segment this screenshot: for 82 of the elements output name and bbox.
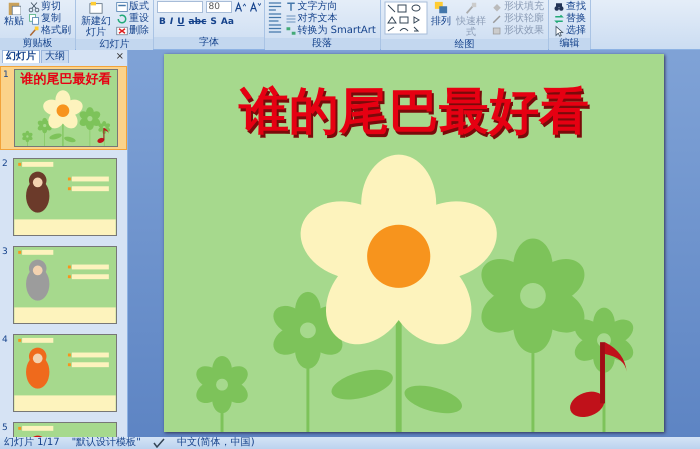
align-text-icon (284, 13, 296, 25)
slide-number: 1 (3, 69, 10, 82)
format-button[interactable]: abc (186, 16, 208, 28)
shapes-gallery-icon[interactable] (384, 1, 428, 35)
slide-counter: 幻灯片 1/17 (4, 437, 60, 449)
scissors-icon (28, 1, 40, 13)
slide-number: 3 (2, 246, 9, 259)
format-button[interactable]: Aa (218, 16, 236, 28)
ribbon-button[interactable]: 复制 (27, 13, 72, 25)
theme-name: "默认设计模板" (72, 437, 141, 449)
ribbon-button[interactable]: 查找 (552, 1, 587, 13)
slide-number: 2 (2, 158, 9, 171)
font-size-field[interactable]: 80 (206, 1, 232, 13)
ribbon-button[interactable]: 选择 (552, 25, 587, 37)
bullet-list-icon[interactable] (268, 1, 282, 12)
ribbon-button[interactable]: 转换为 SmartArt (284, 25, 377, 37)
close-button[interactable]: × (112, 51, 127, 63)
ribbon-button[interactable]: 排列 (430, 1, 452, 27)
animal-drawing (26, 260, 50, 301)
ribbon-button[interactable]: 文字方向 (284, 1, 377, 13)
ribbon-button[interactable]: 版式 (115, 1, 150, 13)
group-label: 剪贴板 (0, 38, 75, 50)
answer-line-drawing (68, 362, 109, 368)
answer-line-drawing (68, 186, 109, 192)
group-label: 绘图 (380, 39, 548, 51)
header-line-drawing (18, 162, 54, 167)
answer-line-drawing (68, 176, 109, 182)
format-button[interactable]: I (168, 16, 176, 28)
ribbon-button[interactable]: 对齐文本 (284, 13, 377, 25)
format-button[interactable]: S (208, 16, 219, 28)
text-direction-icon (284, 1, 296, 13)
thumbnail-title: 谁的尾巴最好看 (19, 73, 112, 87)
copy-icon (28, 13, 40, 25)
language[interactable]: 中文(简体，中国) (176, 437, 255, 449)
brush-icon (28, 25, 40, 37)
spell-check-icon[interactable] (152, 438, 165, 448)
animal-drawing (26, 348, 50, 389)
brush-icon (464, 1, 478, 15)
header-line-drawing (18, 426, 54, 431)
answer-line-drawing (68, 264, 109, 270)
group-label: 幻灯片 (76, 39, 153, 51)
delete-icon (116, 25, 128, 37)
outline-pen-icon (490, 13, 503, 25)
slide-number: 5 (2, 422, 9, 435)
shrink-font-icon[interactable] (248, 1, 260, 13)
slide-number: 4 (2, 334, 9, 347)
replace-icon (552, 13, 565, 25)
format-button[interactable]: U (175, 16, 187, 28)
layout-icon (116, 1, 128, 13)
ribbon-button[interactable]: 剪切 (27, 1, 72, 13)
slide-thumbnail[interactable]: 1 谁的尾巴最好看 (0, 66, 127, 150)
group-label: 字体 (154, 37, 264, 49)
animal-drawing (26, 172, 50, 213)
music-note-drawing (97, 128, 109, 143)
answer-line-drawing (68, 274, 109, 280)
fill-bucket-icon (490, 1, 503, 13)
group-label: 编辑 (548, 38, 590, 50)
align-left-icon[interactable] (268, 23, 282, 34)
ribbon-button[interactable]: 格式刷 (27, 25, 72, 37)
grow-font-icon[interactable] (234, 1, 246, 13)
new-slide-icon (89, 1, 103, 15)
slide-title: 谁的尾巴最好看 (238, 82, 590, 140)
ribbon-button[interactable]: 替换 (552, 13, 587, 25)
reset-icon (116, 13, 128, 25)
ribbon-button[interactable]: 删除 (115, 25, 150, 37)
panel-tab[interactable]: 幻灯片 (2, 50, 40, 63)
smartart-icon (284, 25, 296, 37)
panel-tab[interactable]: 大纲 (41, 50, 69, 63)
cursor-icon (552, 25, 565, 37)
binoculars-icon (552, 1, 565, 13)
header-line-drawing (18, 338, 54, 343)
ribbon-button[interactable]: 新建幻灯片 (79, 1, 113, 38)
header-line-drawing (18, 250, 54, 255)
arrange-icon (434, 1, 448, 15)
paste-icon (7, 1, 21, 15)
ribbon-button[interactable]: 重设 (115, 13, 150, 25)
effects-icon (490, 25, 503, 37)
ribbon-button[interactable]: 粘贴 (3, 1, 25, 27)
format-button[interactable]: B (157, 16, 168, 28)
answer-line-drawing (68, 352, 109, 358)
font-name-field[interactable] (157, 1, 203, 13)
group-label: 段落 (264, 38, 380, 50)
